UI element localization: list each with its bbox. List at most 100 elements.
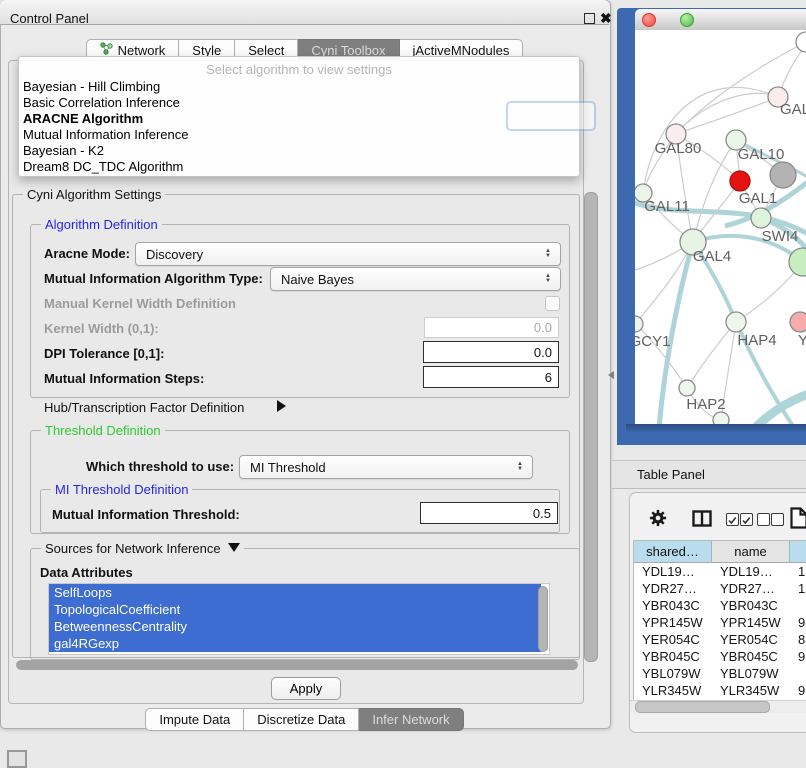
table-row[interactable]: YBR045CYBR045C9. xyxy=(634,648,806,665)
mi-threshold-field[interactable] xyxy=(420,502,558,524)
gear-icon[interactable] xyxy=(649,509,667,530)
tab-infer-network[interactable]: Infer Network xyxy=(359,708,463,731)
list-item[interactable]: BetweennessCentrality xyxy=(49,618,541,635)
dpi-tolerance-field[interactable] xyxy=(423,341,559,363)
network-node-edge-top[interactable] xyxy=(796,32,806,52)
node-label: HAP2 xyxy=(686,396,725,413)
table-row[interactable]: YDL19…YDL19…13 xyxy=(634,563,806,580)
algorithm-option[interactable]: Mutual Information Inference xyxy=(19,127,579,143)
panel-divider-arrow[interactable] xyxy=(608,371,614,379)
node-label: SWI4 xyxy=(762,228,799,245)
node-label: GAL4 xyxy=(693,248,731,265)
column-header-partial[interactable] xyxy=(790,541,806,563)
table-cell: 9. xyxy=(790,614,806,631)
float-window-icon[interactable] xyxy=(584,13,595,24)
table-cell: YBR043C xyxy=(712,597,790,614)
algorithm-definition-title: Algorithm Definition xyxy=(41,217,162,232)
table-panel-title: Table Panel xyxy=(637,467,705,482)
data-attributes-list[interactable]: SelfLoops TopologicalCoefficient Between… xyxy=(48,583,550,655)
close-icon[interactable]: ✖ xyxy=(600,10,612,27)
network-edge xyxy=(687,322,736,388)
table-cell: YBL079W xyxy=(634,665,712,682)
control-panel-title: Control Panel xyxy=(10,11,89,26)
algorithm-option[interactable]: Basic Correlation Inference xyxy=(19,95,579,111)
table-row[interactable]: YBL079WYBL079W xyxy=(634,665,806,682)
sources-collapse-icon[interactable] xyxy=(228,543,240,552)
minimize-traffic-light[interactable] xyxy=(661,13,673,25)
minimized-window-icon[interactable] xyxy=(7,750,27,768)
settings-vertical-scrollbar[interactable] xyxy=(584,192,598,662)
bottom-tabs: Impute Data Discretize Data Infer Networ… xyxy=(0,708,609,731)
sources-group-title: Sources for Network Inference xyxy=(41,541,244,556)
network-node-salmon[interactable] xyxy=(790,312,806,332)
tab-discretize-data[interactable]: Discretize Data xyxy=(244,708,359,731)
mi-steps-field[interactable] xyxy=(423,366,559,388)
column-header-name[interactable]: name xyxy=(712,541,790,563)
close-traffic-light[interactable] xyxy=(642,13,656,27)
aracne-mode-select[interactable]: Discovery ▲▼ xyxy=(135,242,561,266)
network-canvas[interactable]: GALGAL80GAL10GAL11GAL1SWI4GAL4GCY1HAP4YH… xyxy=(635,30,806,424)
checked-checkbox-icon[interactable] xyxy=(740,513,753,526)
algorithm-option[interactable]: Bayesian - K2 xyxy=(19,143,579,159)
network-node-GAL1[interactable] xyxy=(751,208,771,228)
hub-expand-icon[interactable] xyxy=(277,400,286,412)
list-item[interactable]: SelfLoops xyxy=(49,584,541,601)
network-window-titlebar[interactable] xyxy=(635,9,806,31)
table-cell: 9. xyxy=(790,682,806,699)
network-edge xyxy=(676,93,778,134)
which-threshold-label: Which threshold to use: xyxy=(86,459,234,474)
node-label: GAL80 xyxy=(655,140,702,157)
network-edge xyxy=(676,97,778,134)
table-row[interactable]: YER054CYER054C8. xyxy=(634,631,806,648)
node-label: GAL xyxy=(780,101,806,118)
new-file-icon[interactable] xyxy=(790,507,806,532)
algorithm-option[interactable]: Bayesian - Hill Climbing xyxy=(19,79,579,95)
table-cell: YPR145W xyxy=(634,614,712,631)
aracne-mode-label: Aracne Mode: xyxy=(44,246,130,261)
control-panel-titlebar[interactable]: Control Panel ✖ xyxy=(0,0,609,25)
unchecked-checkbox-icon[interactable] xyxy=(757,513,770,526)
column-header-shared-name[interactable]: shared… xyxy=(634,541,712,563)
checked-checkbox-icon[interactable] xyxy=(726,513,739,526)
manual-kernel-label: Manual Kernel Width Definition xyxy=(44,296,236,311)
table-row[interactable]: YBR043CYBR043C xyxy=(634,597,806,614)
which-threshold-select[interactable]: MI Threshold ▲▼ xyxy=(239,455,533,479)
manual-kernel-checkbox[interactable] xyxy=(545,296,560,311)
table-row[interactable]: YPR145WYPR145W9. xyxy=(634,614,806,631)
table-cell: 9. xyxy=(790,648,806,665)
algorithm-option[interactable]: Dream8 DC_TDC Algorithm xyxy=(19,159,579,175)
data-attributes-label: Data Attributes xyxy=(40,565,133,580)
node-label: GAL11 xyxy=(644,198,690,215)
table-panel-header[interactable]: Table Panel xyxy=(612,460,806,489)
network-node-HAP2[interactable] xyxy=(679,380,695,396)
algorithm-dropdown-popup: Select algorithm to view settings Bayesi… xyxy=(18,56,580,177)
list-vertical-scrollbar[interactable] xyxy=(538,586,548,652)
table-row[interactable]: YLR345WYLR345W9. xyxy=(634,682,806,699)
split-table-icon[interactable] xyxy=(692,510,712,530)
tab-infer-label: Infer Network xyxy=(372,709,449,730)
mi-type-select[interactable]: Naive Bayes ▲▼ xyxy=(270,267,561,291)
network-node-HAP4[interactable] xyxy=(726,312,746,332)
unchecked-checkbox-icon[interactable] xyxy=(771,513,784,526)
mi-type-value: Naive Bayes xyxy=(271,272,540,287)
list-item[interactable]: gal4RGexp xyxy=(49,635,541,652)
table-cell: YDR27… xyxy=(634,580,712,597)
list-item[interactable]: TopologicalCoefficient xyxy=(49,601,541,618)
dpi-tolerance-label: DPI Tolerance [0,1]: xyxy=(44,346,164,361)
algorithm-option-selected[interactable]: ARACNE Algorithm xyxy=(19,111,579,127)
settings-group-title: Cyni Algorithm Settings xyxy=(23,187,165,202)
aracne-mode-value: Discovery xyxy=(136,247,540,262)
settings-horizontal-scrollbar[interactable] xyxy=(16,660,578,670)
zoom-traffic-light[interactable] xyxy=(680,13,694,27)
combo-arrows-icon: ▲▼ xyxy=(512,462,532,472)
table-row[interactable]: YDR27…YDR27…12 xyxy=(634,580,806,597)
tab-impute-data[interactable]: Impute Data xyxy=(145,708,244,731)
kernel-width-label: Kernel Width (0,1): xyxy=(44,321,159,336)
apply-button[interactable]: Apply xyxy=(271,677,341,700)
network-node-gray[interactable] xyxy=(770,162,796,188)
table-horizontal-scrollbar-thumb[interactable] xyxy=(635,701,770,713)
node-table[interactable]: shared… name YDL19…YDL19…13YDR27…YDR27…1… xyxy=(633,540,806,701)
network-node-red[interactable] xyxy=(730,171,750,191)
kernel-width-field[interactable] xyxy=(424,317,559,338)
network-node-bottom[interactable] xyxy=(713,412,729,424)
